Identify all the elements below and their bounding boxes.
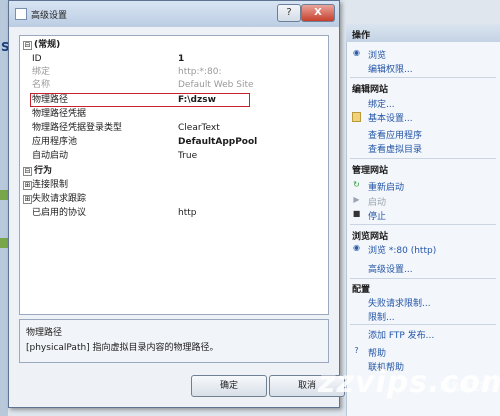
failed-request-limits-link[interactable]: 失败请求限制...	[368, 296, 431, 309]
restart-icon: ↻	[353, 180, 360, 189]
description-title: 物理路径	[26, 328, 63, 338]
property-value: DefaultAppPool	[178, 137, 258, 147]
help-button[interactable]: ?	[277, 4, 301, 22]
collapse-icon[interactable]: ⊟	[23, 41, 32, 50]
view-applications-link[interactable]: 查看应用程序	[368, 128, 422, 141]
advanced-settings-link[interactable]: 高级设置...	[368, 262, 413, 275]
property-value: 1	[178, 54, 185, 64]
divider	[350, 158, 496, 159]
property-name: 物理路径凭据	[32, 109, 87, 119]
help-link[interactable]: 帮助	[368, 346, 386, 359]
divider	[350, 278, 496, 279]
edit-permissions-link[interactable]: 编辑权限...	[368, 62, 413, 75]
close-button[interactable]: X	[301, 4, 335, 22]
basic-settings-link[interactable]: 基本设置...	[368, 111, 413, 124]
browse-site-icon: ◉	[353, 243, 360, 252]
property-name: 应用程序池	[32, 137, 78, 147]
property-value: ClearText	[178, 123, 220, 133]
view-virtual-directories-link[interactable]: 查看虚拟目录	[368, 142, 422, 155]
property-value: http	[178, 208, 197, 218]
property-value: Default Web Site	[178, 80, 254, 90]
browse-icon: ◉	[353, 48, 360, 57]
property-grid: ⊟ (常规) ID 1 绑定 http:*:80: 名称 Default Web…	[19, 35, 329, 315]
divider	[350, 224, 496, 225]
edit-site-section-title: 编辑网站	[352, 85, 389, 95]
expand-icon[interactable]: ⊞	[23, 181, 32, 190]
background-indicator	[0, 238, 8, 248]
category-general[interactable]: ⊟ (常规)	[20, 39, 328, 51]
property-row-enabled-protocols[interactable]: 已启用的协议 http	[20, 207, 328, 219]
restart-link[interactable]: 重新启动	[368, 180, 404, 193]
property-name: 连接限制	[32, 180, 69, 190]
actions-header: 操作	[346, 24, 500, 42]
bindings-link[interactable]: 绑定...	[368, 97, 395, 110]
dialog-titlebar[interactable]: 高级设置 ? X	[9, 1, 339, 27]
config-section-title: 配置	[352, 285, 371, 295]
property-name: 名称	[32, 80, 51, 90]
collapse-icon[interactable]: ⊟	[23, 167, 32, 176]
property-name: ID	[32, 54, 42, 64]
watermark-subtext: 服务器之家	[440, 382, 490, 393]
dialog-title: 高级设置	[31, 11, 68, 21]
manage-site-section-title: 管理网站	[352, 166, 389, 176]
advanced-settings-dialog: 高级设置 ? X ⊟ (常规) ID 1 绑定 http:*:80: 名称 De…	[8, 0, 345, 408]
property-name: 物理路径	[32, 95, 69, 105]
property-name: 已启用的协议	[32, 208, 87, 218]
category-behavior[interactable]: ⊟ 行为	[20, 165, 328, 177]
background-window-edge: S	[0, 0, 10, 416]
divider	[350, 324, 496, 325]
property-name: 绑定	[32, 67, 51, 77]
category-label: 行为	[34, 166, 53, 176]
property-row-logon-type[interactable]: 物理路径凭据登录类型 ClearText	[20, 122, 328, 134]
property-value: http:*:80:	[178, 67, 222, 77]
property-row-name[interactable]: 名称 Default Web Site	[20, 79, 328, 91]
background-indicator	[0, 190, 8, 200]
property-name: 失败请求跟踪	[32, 194, 87, 204]
property-value: True	[178, 151, 198, 161]
ok-button[interactable]: 确定	[191, 375, 267, 397]
browse-site-section-title: 浏览网站	[352, 232, 389, 242]
property-value[interactable]: F:\dzsw	[178, 94, 216, 106]
property-row-app-pool[interactable]: 应用程序池 DefaultAppPool	[20, 136, 328, 148]
property-row-bindings[interactable]: 绑定 http:*:80:	[20, 66, 328, 78]
divider	[350, 77, 496, 78]
category-label: (常规)	[34, 40, 61, 50]
property-row-failed-request-tracing[interactable]: ⊞ 失败请求跟踪	[20, 193, 328, 205]
actions-header-title: 操作	[352, 31, 371, 41]
start-link: 启动	[368, 198, 387, 208]
limits-link[interactable]: 限制...	[368, 310, 395, 323]
property-name: 自动启动	[32, 151, 69, 161]
property-name: 物理路径凭据登录类型	[32, 123, 123, 133]
property-row-physical-path-credentials[interactable]: 物理路径凭据	[20, 108, 328, 120]
browse-80-link[interactable]: 浏览 *:80 (http)	[368, 243, 436, 256]
expand-icon[interactable]: ⊞	[23, 195, 32, 204]
start-icon: ▶	[353, 195, 360, 204]
description-text: [physicalPath] 指向虚拟目录内容的物理路径。	[26, 343, 219, 353]
window-icon	[15, 8, 27, 20]
property-row-connection-limits[interactable]: ⊞ 连接限制	[20, 179, 328, 191]
add-ftp-publishing-link[interactable]: 添加 FTP 发布...	[368, 328, 434, 341]
property-row-physical-path[interactable]: 物理路径 F:\dzsw	[20, 94, 328, 106]
stop-icon: ■	[352, 209, 361, 218]
stop-link[interactable]: 停止	[368, 209, 386, 222]
browse-link[interactable]: 浏览	[368, 48, 386, 61]
help-icon: ?	[354, 346, 359, 355]
property-row-auto-start[interactable]: 自动启动 True	[20, 150, 328, 162]
description-panel: 物理路径 [physicalPath] 指向虚拟目录内容的物理路径。	[19, 319, 329, 363]
document-icon	[352, 112, 361, 122]
property-row-id[interactable]: ID 1	[20, 53, 328, 65]
